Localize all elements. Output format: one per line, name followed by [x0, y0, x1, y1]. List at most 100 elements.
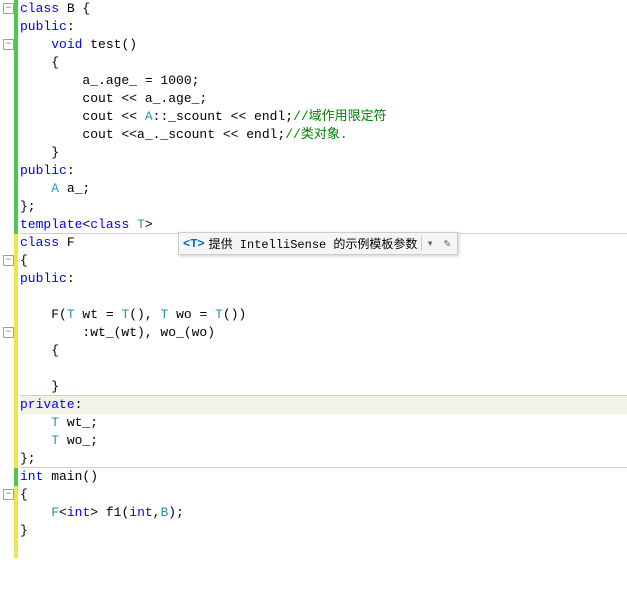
text: test() — [82, 37, 137, 52]
comment: //域作用限定符 — [293, 109, 387, 124]
code-area[interactable]: class B { public: void test() { a_.age_ … — [18, 0, 627, 611]
dropdown-icon[interactable]: ▾ — [421, 236, 437, 251]
text — [20, 505, 51, 520]
text — [20, 181, 51, 196]
text: F( — [20, 307, 67, 322]
text: } — [20, 523, 28, 538]
text: ); — [168, 505, 184, 520]
code-line[interactable]: void test() — [20, 36, 627, 54]
code-line[interactable]: cout << A::_scount << endl;//域作用限定符 — [20, 108, 627, 126]
text: cout << — [20, 109, 145, 124]
text: F — [59, 235, 75, 250]
keyword: class — [20, 235, 59, 250]
text — [20, 37, 51, 52]
text: wt_; — [59, 415, 98, 430]
code-line[interactable]: F(T wt = T(), T wo = T()) — [20, 306, 627, 324]
fold-toggle[interactable]: − — [3, 255, 14, 266]
code-line[interactable]: { — [20, 342, 627, 360]
code-line[interactable]: T wo_; — [20, 432, 627, 450]
text: cout <<a_._scount << endl; — [20, 127, 285, 142]
text: } — [20, 145, 59, 160]
keyword: public — [20, 271, 67, 286]
text: > — [145, 217, 153, 232]
text — [20, 433, 51, 448]
fold-toggle[interactable]: − — [3, 327, 14, 338]
keyword: template — [20, 217, 82, 232]
edit-icon[interactable]: ✎ — [442, 236, 453, 251]
text: (), — [129, 307, 160, 322]
code-line[interactable]: }; — [20, 198, 627, 216]
type: T — [51, 433, 59, 448]
code-line[interactable]: a_.age_ = 1000; — [20, 72, 627, 90]
text: ()) — [223, 307, 246, 322]
fold-toggle[interactable]: − — [3, 3, 14, 14]
text: { — [20, 253, 28, 268]
intellisense-popup[interactable]: <T> 提供 IntelliSense 的示例模板参数 ▾ ✎ — [178, 232, 458, 255]
text: > f1( — [90, 505, 129, 520]
code-line[interactable]: } — [20, 144, 627, 162]
type: A — [51, 181, 59, 196]
keyword: public — [20, 163, 67, 178]
code-line[interactable]: :wt_(wt), wo_(wo) — [20, 324, 627, 342]
text: cout << a_.age_; — [20, 91, 207, 106]
type: T — [67, 307, 75, 322]
text: wt = — [75, 307, 122, 322]
text: { — [20, 343, 59, 358]
code-line[interactable]: cout << a_.age_; — [20, 90, 627, 108]
code-line[interactable]: T wt_; — [20, 414, 627, 432]
type: T — [137, 217, 145, 232]
code-line[interactable]: { — [20, 54, 627, 72]
intellisense-type-label: <T> — [183, 237, 205, 251]
text: : — [75, 397, 83, 412]
text: } — [20, 379, 59, 394]
text: :wt_(wt), wo_(wo) — [20, 325, 215, 340]
code-line[interactable]: { — [20, 486, 627, 504]
code-line[interactable]: } — [20, 378, 627, 396]
type: A — [145, 109, 153, 124]
text: }; — [20, 451, 36, 466]
code-line[interactable]: A a_; — [20, 180, 627, 198]
code-line[interactable]: public: — [20, 162, 627, 180]
text: B { — [59, 1, 90, 16]
text: : — [67, 163, 75, 178]
gutter: − − − − − — [0, 0, 18, 611]
keyword: class — [20, 1, 59, 16]
code-line[interactable]: }; — [20, 450, 627, 468]
code-line[interactable]: public: — [20, 18, 627, 36]
keyword: int — [129, 505, 152, 520]
intellisense-text: 提供 IntelliSense 的示例模板参数 — [209, 235, 418, 252]
type: T — [215, 307, 223, 322]
code-line[interactable]: int main() — [20, 468, 627, 486]
comment: //类对象. — [285, 127, 347, 142]
code-line[interactable] — [20, 288, 627, 306]
code-line[interactable]: class B { — [20, 0, 627, 18]
keyword: class — [90, 217, 129, 232]
text — [20, 415, 51, 430]
keyword: int — [67, 505, 90, 520]
text: : — [67, 19, 75, 34]
text: { — [20, 487, 28, 502]
keyword: void — [51, 37, 82, 52]
text: main() — [43, 469, 98, 484]
code-line[interactable]: F<int> f1(int,B); — [20, 504, 627, 522]
fold-toggle[interactable]: − — [3, 39, 14, 50]
type: F — [51, 505, 59, 520]
code-editor[interactable]: − − − − − class B { public: void test() … — [0, 0, 627, 611]
keyword: int — [20, 469, 43, 484]
code-line[interactable]: public: — [20, 270, 627, 288]
text: a_.age_ = 1000; — [20, 73, 199, 88]
code-line[interactable] — [20, 360, 627, 378]
text: a_; — [59, 181, 90, 196]
fold-toggle[interactable]: − — [3, 489, 14, 500]
code-line[interactable]: } — [20, 522, 627, 540]
text — [129, 217, 137, 232]
text: wo = — [168, 307, 215, 322]
text: : — [67, 271, 75, 286]
code-line[interactable]: cout <<a_._scount << endl;//类对象. — [20, 126, 627, 144]
code-line[interactable]: private: — [20, 396, 627, 414]
text: }; — [20, 199, 36, 214]
text: wo_; — [59, 433, 98, 448]
text: { — [20, 55, 59, 70]
text: ::_scount << endl; — [153, 109, 293, 124]
keyword: private — [20, 397, 75, 412]
